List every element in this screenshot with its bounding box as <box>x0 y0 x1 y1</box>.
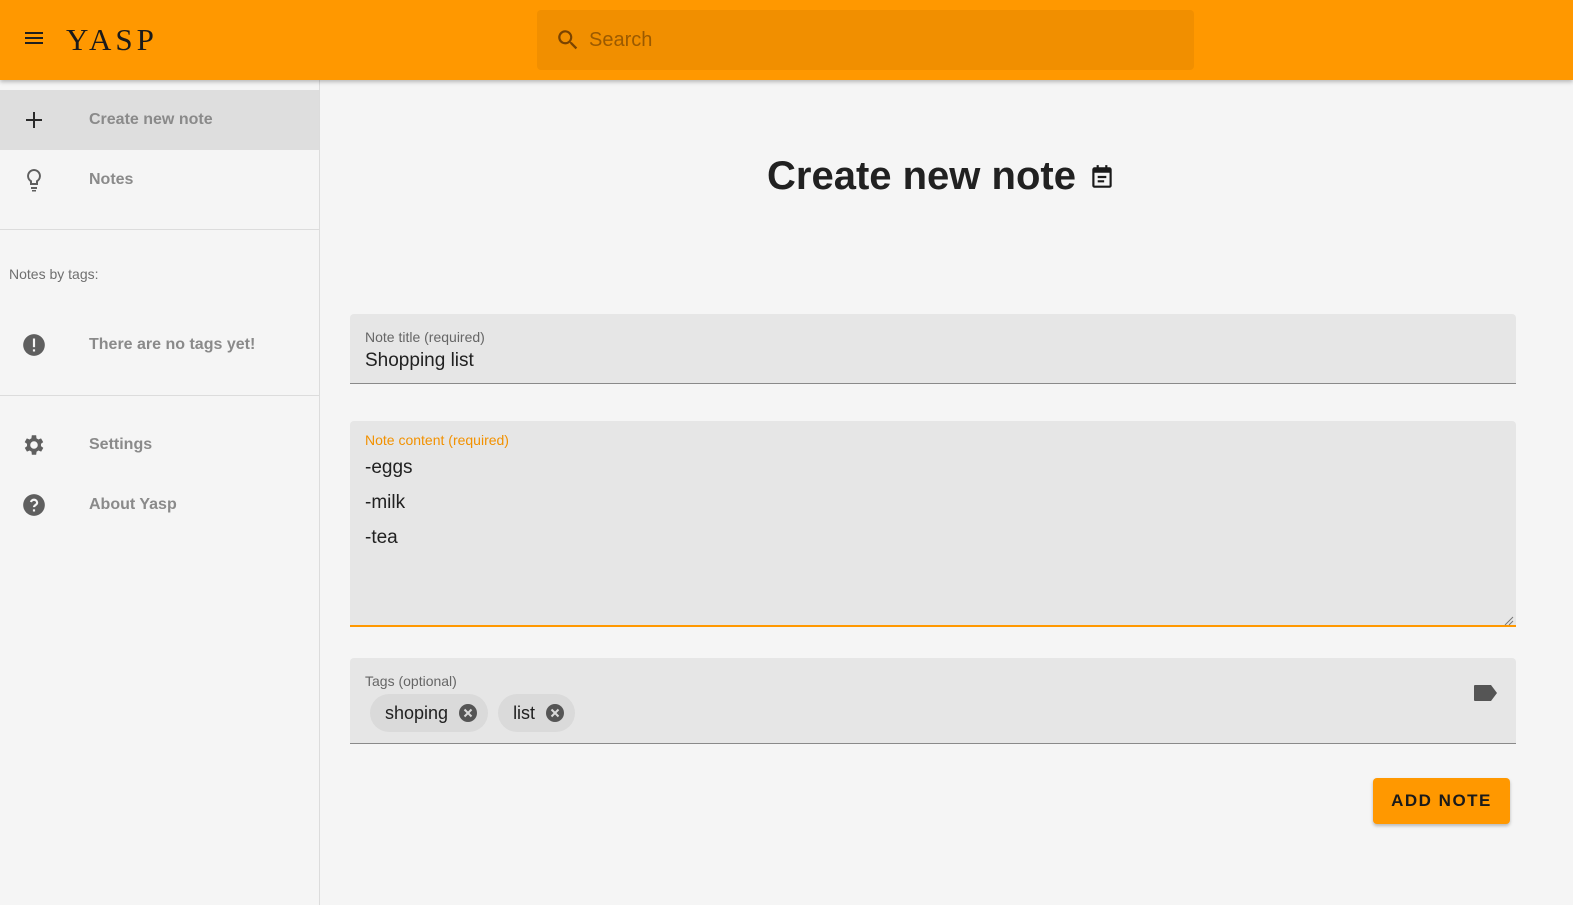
lightbulb-icon <box>20 166 48 194</box>
sidebar-item-about[interactable]: About Yasp <box>0 475 319 535</box>
sidebar-item-notes[interactable]: Notes <box>0 150 319 210</box>
tags-label: Tags (optional) <box>365 673 457 689</box>
tag-chip[interactable]: list <box>498 694 576 732</box>
sidebar-item-settings[interactable]: Settings <box>0 415 319 475</box>
content-line: -tea <box>365 527 398 548</box>
main-content: Create new note Note title (required) Sh… <box>320 80 1573 905</box>
app-logo[interactable]: YASP <box>66 20 158 60</box>
content-line: -eggs <box>365 457 413 478</box>
add-note-button[interactable]: ADD NOTE <box>1373 778 1510 824</box>
sidebar-item-label: About Yasp <box>89 496 177 513</box>
sidebar: Create new note Notes Notes by tags: The… <box>0 80 320 905</box>
empty-tags-label: There are no tags yet! <box>89 336 256 353</box>
gear-icon <box>20 431 48 459</box>
menu-button[interactable] <box>14 20 54 60</box>
calendar-note-icon <box>1088 163 1116 191</box>
sidebar-item-label: Notes <box>89 171 134 188</box>
sidebar-divider <box>0 395 319 396</box>
plus-icon <box>20 106 48 134</box>
tag-icon <box>1472 682 1500 704</box>
search-bar[interactable] <box>537 10 1194 70</box>
app-bar: YASP <box>0 0 1573 80</box>
hamburger-menu-icon <box>22 26 46 55</box>
note-content-label: Note content (required) <box>365 432 509 448</box>
help-circle-icon <box>20 491 48 519</box>
sidebar-empty-tags-message: There are no tags yet! <box>0 315 319 375</box>
search-icon <box>553 25 583 55</box>
tags-section-heading: Notes by tags: <box>9 266 99 282</box>
tag-chip[interactable]: shoping <box>370 694 489 732</box>
page-title: Create new note <box>767 154 1116 199</box>
note-content-textarea[interactable]: -eggs -milk -tea <box>365 456 413 561</box>
tag-chips: shoping list <box>370 694 585 732</box>
alert-circle-icon <box>20 331 48 359</box>
sidebar-item-label: Settings <box>89 436 153 453</box>
note-content-field[interactable]: Note content (required) -eggs -milk -tea <box>350 421 1516 627</box>
sidebar-divider <box>0 229 319 230</box>
tag-chip-label: list <box>513 702 536 723</box>
tags-field[interactable]: Tags (optional) shoping list <box>350 658 1516 744</box>
sidebar-item-label: Create new note <box>89 111 213 128</box>
tag-chip-label: shoping <box>385 702 449 723</box>
resize-handle-icon[interactable] <box>1504 613 1514 626</box>
note-title-input[interactable]: Shopping list <box>365 350 474 372</box>
remove-tag-icon[interactable] <box>545 703 565 723</box>
remove-tag-icon[interactable] <box>458 703 478 723</box>
content-line: -milk <box>365 492 406 513</box>
note-title-label: Note title (required) <box>365 329 485 345</box>
page-title-text: Create new note <box>767 154 1076 198</box>
note-title-field[interactable]: Note title (required) Shopping list <box>350 314 1516 384</box>
search-input[interactable] <box>589 28 1149 52</box>
sidebar-item-create-new-note[interactable]: Create new note <box>0 90 319 150</box>
